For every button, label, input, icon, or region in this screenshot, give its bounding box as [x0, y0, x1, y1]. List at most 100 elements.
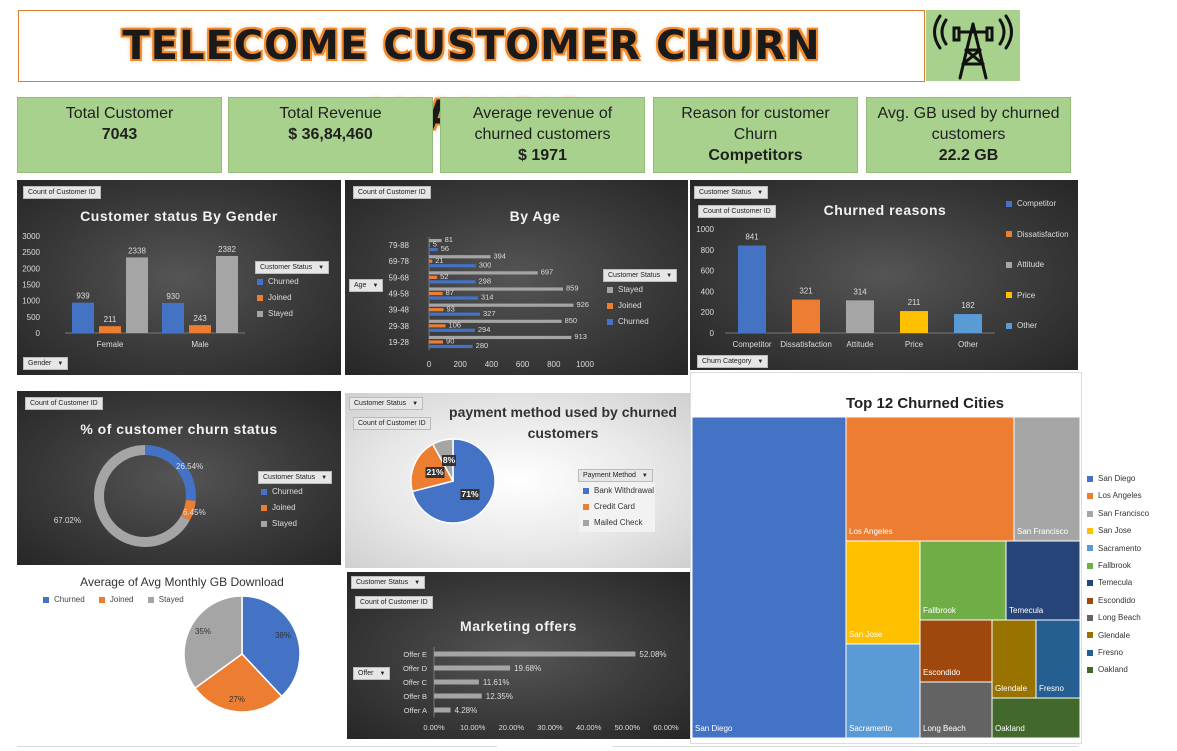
data-label: 52 [440, 272, 448, 281]
data-label: 26.54% [176, 462, 203, 471]
payment-method-filter[interactable]: Payment Method ▼ [578, 469, 653, 482]
data-label: 90 [446, 337, 454, 346]
legend-label: San Francisco [1098, 508, 1150, 518]
legend-swatch [1087, 580, 1093, 587]
y-tick-label: 600 [701, 267, 715, 276]
x-tick-label: 1000 [576, 360, 594, 369]
legend: Churned Joined Stayed [257, 274, 299, 322]
pie-slice [145, 445, 196, 501]
treemap-cell [1013, 416, 1081, 542]
legend-swatch [1087, 545, 1093, 552]
gender-chart-panel: Count of Customer ID Customer status By … [17, 180, 341, 375]
legend-swatch [1087, 597, 1093, 604]
legend-item: Escondido [1087, 592, 1157, 609]
y-tick-label: 59-68 [389, 273, 410, 282]
customer-status-filter[interactable]: Customer Status ▼ [258, 471, 333, 484]
y-tick-label: 29-38 [389, 322, 410, 331]
legend-swatch [1087, 528, 1093, 535]
kpi-label: Total Revenue [279, 105, 382, 122]
legend-item: Sacramento [1087, 540, 1157, 557]
bar [954, 314, 982, 333]
age-filter[interactable]: Age ▼ [349, 279, 384, 292]
data-label: 182 [961, 301, 975, 310]
cities-treemap: San Diego Los Angeles San Francisco San Jos… [691, 416, 1081, 739]
bar [434, 707, 451, 713]
bar [429, 275, 438, 279]
customer-status-filter[interactable]: Customer Status ▼ [255, 261, 330, 274]
x-tick-label: 600 [516, 360, 530, 369]
treemap-label: Los Angeles [849, 527, 893, 536]
y-tick-label: 49-58 [389, 290, 410, 299]
legend-label: San Jose [1098, 526, 1132, 536]
legend-item: Competitor [1006, 196, 1069, 227]
x-tick-label: Competitor [732, 340, 771, 349]
churn-status-chart-panel: Count of Customer ID % of customer churn… [17, 391, 341, 565]
treemap-label: Fallbrook [923, 606, 957, 615]
payment-chart-panel: Customer Status ▼ Count of Customer ID pa… [345, 393, 690, 568]
x-tick-label: 20.00% [499, 723, 525, 732]
treemap-label: Oakland [995, 724, 1025, 733]
y-tick-label: Offer E [403, 650, 427, 659]
bar [434, 665, 511, 671]
divider [612, 746, 1078, 747]
bar [72, 302, 94, 333]
age-chart-panel: Count of Customer ID By Age 0 200 400 600 80… [345, 180, 688, 375]
bar [846, 300, 874, 333]
bar [189, 325, 211, 333]
legend-item: San Jose [1087, 522, 1157, 539]
data-label: 2382 [218, 245, 236, 254]
legend-item: San Diego [1087, 470, 1157, 487]
data-label: 211 [104, 315, 117, 324]
x-tick-label: 0.00% [423, 723, 445, 732]
data-label: 8% [443, 455, 456, 465]
treemap-label: Sacramento [849, 724, 893, 733]
legend-item: Stayed [261, 516, 303, 532]
legend-item: Fallbrook [1087, 557, 1157, 574]
x-tick-label: 200 [454, 360, 468, 369]
bar [162, 302, 184, 333]
bar [434, 651, 636, 657]
legend-label: Los Angeles [1098, 491, 1142, 501]
data-label: 93 [447, 304, 455, 313]
y-tick-label: Offer A [404, 706, 427, 715]
bar [429, 308, 444, 312]
data-label: 35% [195, 627, 211, 636]
legend-item: Other [1006, 318, 1069, 349]
legend: Stayed Joined Churned [607, 282, 649, 330]
x-tick-label: 400 [485, 360, 499, 369]
kpi-label: Total Customer [65, 105, 174, 122]
kpi-value: $ 36,84,460 [288, 126, 373, 143]
y-tick-label: 1000 [22, 297, 40, 306]
data-label: 11.61% [483, 678, 510, 687]
customer-status-filter[interactable]: Customer Status ▼ [603, 269, 678, 282]
data-label: 38% [275, 631, 291, 640]
y-tick-label: 19-28 [389, 338, 410, 347]
churn-category-filter[interactable]: Churn Category ▼ [697, 355, 769, 368]
data-label: 71% [461, 489, 478, 499]
data-label: 321 [799, 287, 813, 296]
bar [429, 259, 433, 263]
legend: Churned Joined Stayed [261, 484, 303, 532]
chart-title: Top 12 Churned Cities [845, 395, 1005, 412]
x-tick-label: Female [97, 340, 124, 349]
legend-item: Bank Withdrawal [583, 483, 654, 499]
offer-filter[interactable]: Offer ▼ [353, 667, 391, 680]
gender-filter[interactable]: Gender ▼ [23, 357, 69, 370]
data-label: 243 [193, 314, 207, 323]
legend-label: Long Beach [1098, 613, 1141, 623]
data-label: 327 [483, 309, 496, 318]
legend-swatch [1087, 632, 1093, 639]
data-label: 841 [745, 233, 759, 242]
treemap-label: San Jose [849, 630, 883, 639]
legend-item: Temecula [1087, 574, 1157, 591]
treemap-label: San Francisco [1017, 527, 1069, 536]
legend-item: Churned [607, 314, 649, 330]
gb-download-pie-chart: 38% 27% 35% [183, 595, 301, 713]
bar [429, 344, 473, 349]
legend-item: Mailed Check [583, 515, 651, 531]
data-label: 56 [441, 244, 449, 253]
legend: Competitor Dissatisfaction Attitude Pric… [1006, 196, 1069, 349]
kpi-label: Average revenue of churned customers [472, 105, 613, 143]
legend-item: Glendale [1087, 627, 1157, 644]
data-label: 81 [445, 235, 453, 244]
